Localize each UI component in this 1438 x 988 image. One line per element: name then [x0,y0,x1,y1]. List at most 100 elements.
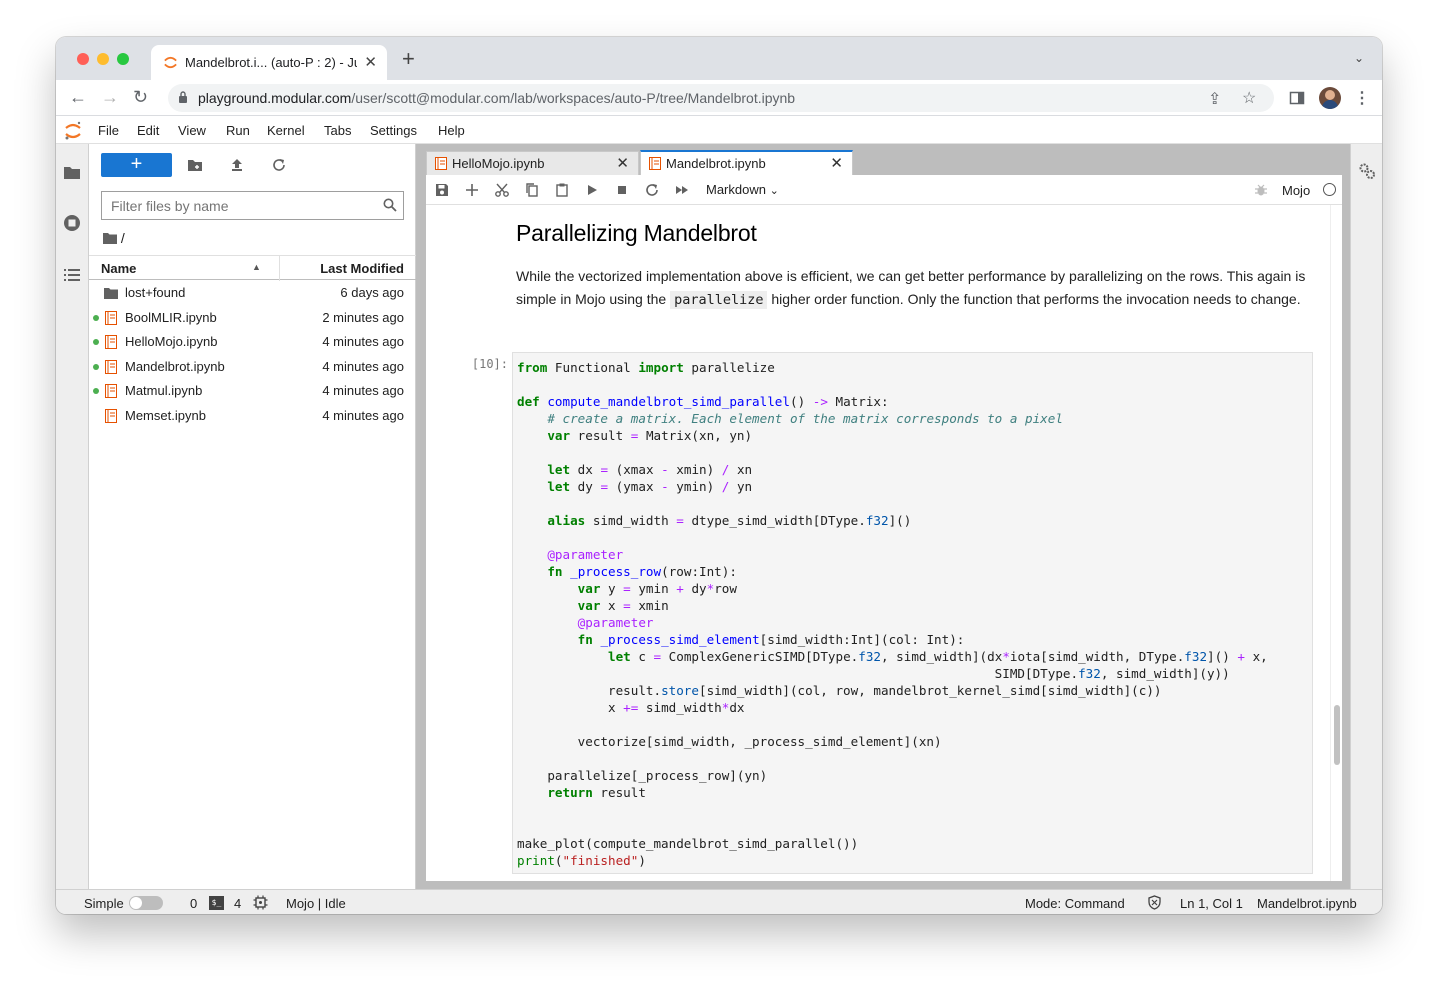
minimize-window-button[interactable] [97,53,109,65]
upload-icon[interactable] [229,157,245,173]
file-list-item[interactable]: Matmul.ipynb 4 minutes ago [89,379,416,403]
cell-type-select[interactable]: Markdown ⌄ [706,182,779,197]
main-dock-area: HelloMojo.ipynb ✕ Mandelbrot.ipynb ✕ Mar… [424,144,1350,889]
property-inspector-gears-icon[interactable] [1358,162,1376,180]
file-name: HelloMojo.ipynb [125,334,218,350]
browser-menu-icon[interactable]: ⋮ [1354,88,1370,108]
notebook-scrollbar[interactable] [1330,205,1342,881]
close-tab-icon[interactable]: ✕ [616,154,629,172]
refresh-icon[interactable] [271,157,287,173]
new-folder-icon[interactable] [187,157,203,173]
folder-icon [103,233,117,244]
breadcrumb-root[interactable]: / [121,230,125,246]
file-list-item[interactable]: Memset.ipynb 4 minutes ago [89,404,416,428]
running-indicator-icon [93,314,99,321]
menu-run[interactable]: Run [226,123,250,138]
simple-mode-label: Simple [84,896,124,911]
code-cell[interactable]: from Functional import parallelize def c… [512,352,1313,874]
run-icon[interactable] [584,182,600,198]
simple-mode-toggle[interactable] [129,896,163,910]
filter-files-input[interactable] [102,192,372,219]
file-name: Matmul.ipynb [125,383,203,399]
address-bar[interactable]: playground.modular.com/user/scott@modula… [168,84,1274,112]
menu-settings[interactable]: Settings [370,123,417,138]
close-window-button[interactable] [77,53,89,65]
doc-tab-mandelbrot[interactable]: Mandelbrot.ipynb ✕ [640,150,853,175]
file-modified: 4 minutes ago [322,408,404,423]
file-list-item[interactable]: BoolMLIR.ipynb 2 minutes ago [89,306,416,330]
doc-tab-label: HelloMojo.ipynb [452,156,545,171]
browser-tab-title: Mandelbrot.i... (auto-P : 2) - Ju [185,55,357,70]
bookmark-star-icon[interactable]: ☆ [1242,88,1256,108]
running-indicator-icon [93,339,99,346]
sort-ascending-icon: ▲ [252,262,261,272]
trust-shield-icon[interactable] [1147,895,1162,910]
running-kernels-icon[interactable] [63,214,81,232]
scrollbar-thumb[interactable] [1334,705,1340,765]
debugger-bug-icon[interactable] [1254,183,1268,197]
terminal-icon: $_ [209,896,224,910]
fast-forward-icon[interactable] [674,182,690,198]
file-modified: 4 minutes ago [322,334,404,350]
folder-icon[interactable] [63,163,81,181]
menu-tabs[interactable]: Tabs [324,123,351,138]
lock-icon [179,91,187,103]
menu-view[interactable]: View [178,123,206,138]
profile-avatar[interactable] [1319,87,1341,109]
chevron-down-icon[interactable]: ⌄ [1354,51,1364,65]
file-list-item[interactable]: lost+found 6 days ago [89,281,416,305]
reload-icon[interactable]: ↻ [133,88,148,106]
kernel-count[interactable]: 4 [234,896,241,911]
save-icon[interactable] [434,182,450,198]
file-list-item[interactable]: HelloMojo.ipynb 4 minutes ago [89,330,416,354]
cursor-position[interactable]: Ln 1, Col 1 [1180,896,1243,911]
panel-splitter[interactable] [416,144,424,889]
menu-edit[interactable]: Edit [137,123,159,138]
jupyter-menubar: File Edit View Run Kernel Tabs Settings … [56,117,1382,144]
url-path: /user/scott@modular.com/lab/workspaces/a… [351,90,796,106]
notebook-icon [105,384,117,399]
zoom-window-button[interactable] [117,53,129,65]
menu-kernel[interactable]: Kernel [267,123,305,138]
table-of-contents-icon[interactable] [63,266,81,284]
file-list-item[interactable]: Mandelbrot.ipynb 4 minutes ago [89,355,416,379]
new-tab-icon[interactable]: + [402,48,415,70]
restart-icon[interactable] [644,182,660,198]
menu-file[interactable]: File [98,123,119,138]
kernel-status-text[interactable]: Mojo | Idle [286,896,346,911]
file-modified: 4 minutes ago [322,383,404,399]
running-indicator-icon [93,388,99,395]
status-bar: Simple 0 $_ 4 Mojo | Idle Mode: Command … [56,889,1382,914]
close-tab-icon[interactable]: ✕ [830,154,843,172]
terminal-count[interactable]: 0 [190,896,197,911]
kernel-status-icon [1323,183,1336,196]
file-name: Memset.ipynb [125,408,206,423]
menu-help[interactable]: Help [438,123,465,138]
back-icon[interactable]: ← [69,88,87,106]
add-cell-icon[interactable] [464,182,480,198]
close-tab-icon[interactable]: ✕ [364,53,377,71]
notebook-body: Parallelizing Mandelbrot While the vecto… [426,205,1342,881]
filter-files-field[interactable] [101,191,404,220]
doc-tab-hellomojo[interactable]: HelloMojo.ipynb ✕ [426,151,639,175]
share-icon[interactable]: ⇪ [1208,89,1221,109]
code-editor[interactable]: from Functional import parallelize def c… [517,359,1268,869]
stop-icon[interactable] [614,182,630,198]
breadcrumb[interactable]: / [103,230,125,246]
file-list-header: Name ▲ Last Modified [89,255,416,281]
paste-icon[interactable] [554,182,570,198]
kernel-chip-icon [253,895,268,910]
kernel-name[interactable]: Mojo [1282,183,1310,198]
column-name-header[interactable]: Name [101,261,136,276]
url-text: playground.modular.com/user/scott@modula… [198,90,795,106]
right-sidebar [1350,144,1382,889]
new-launcher-button[interactable]: + [101,153,172,177]
cut-icon[interactable] [494,182,510,198]
forward-icon[interactable]: → [101,88,119,106]
column-modified-header[interactable]: Last Modified [320,261,404,276]
copy-icon[interactable] [524,182,540,198]
file-modified: 6 days ago [340,285,404,300]
side-panel-icon[interactable] [1289,90,1305,106]
browser-tab[interactable]: Mandelbrot.i... (auto-P : 2) - Ju ✕ [151,45,387,80]
active-file-name: Mandelbrot.ipynb [1257,896,1357,911]
